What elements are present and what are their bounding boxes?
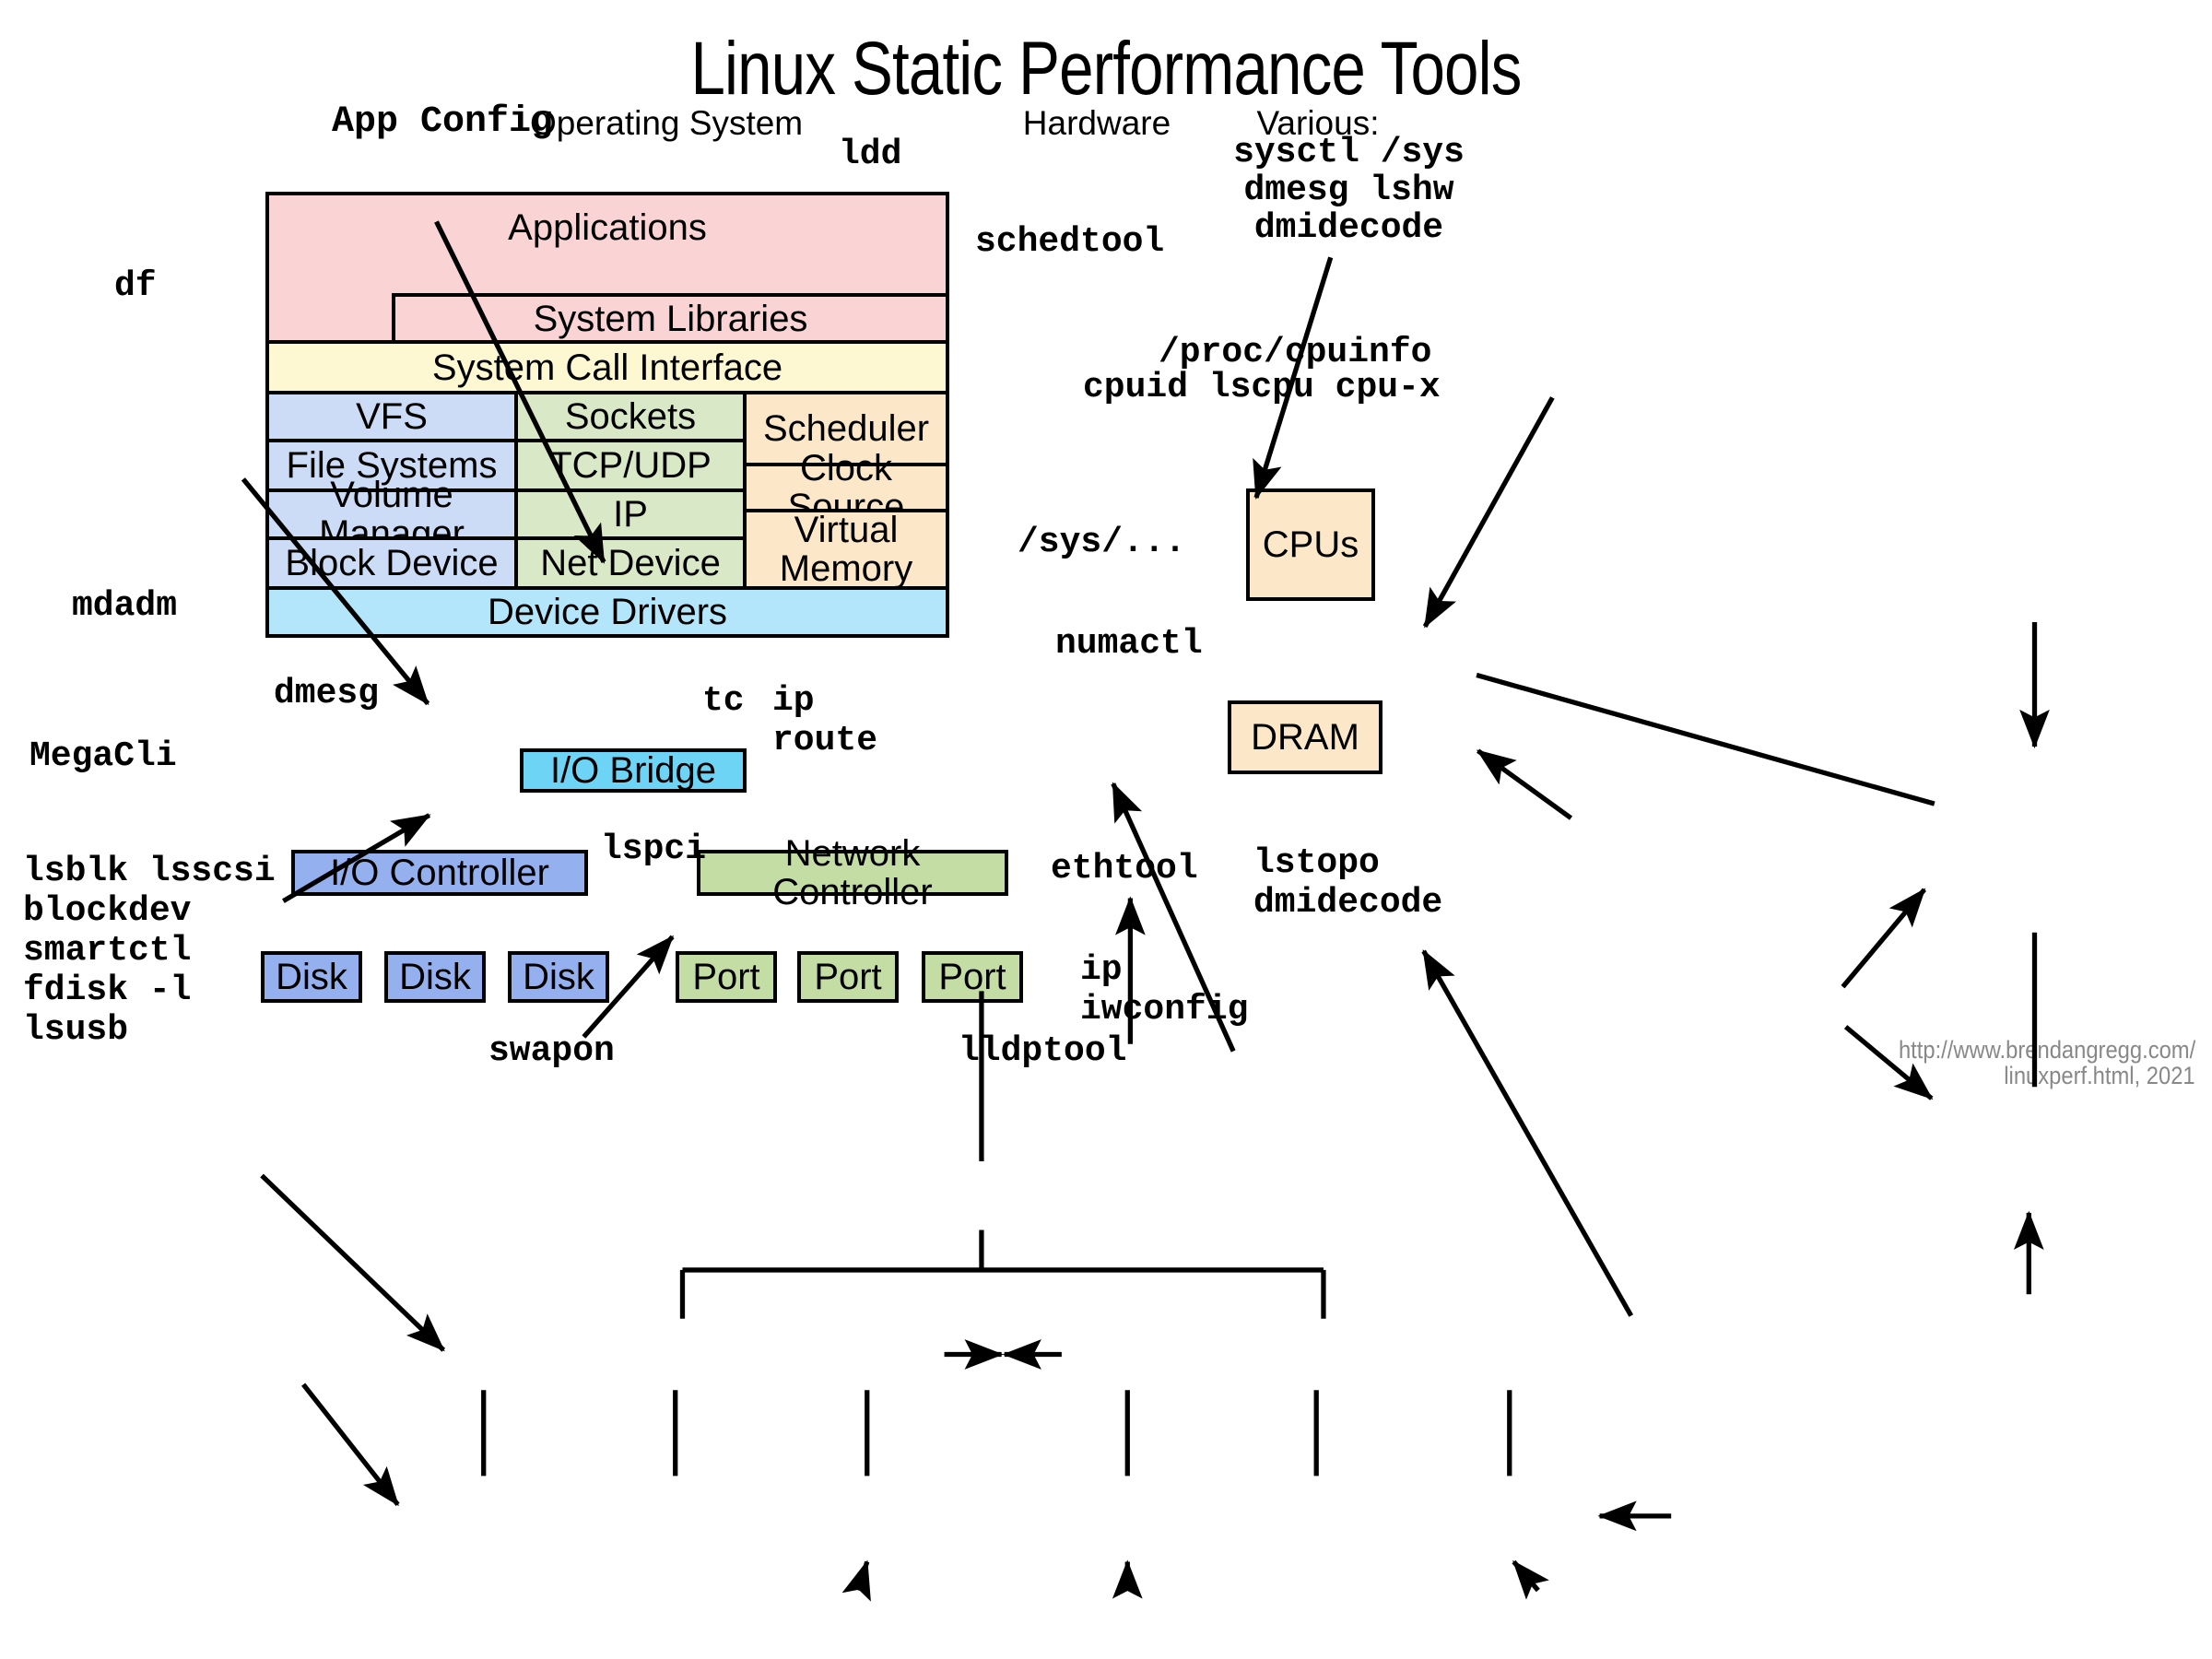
various-tools-line-3: dmidecode [1253,208,1444,248]
tool-label-ldd: ldd [839,135,902,174]
tool-label-schedtool: schedtool [975,222,1165,262]
block-block-device: Block Device [265,540,518,590]
page-title: Linux Static Performance Tools [690,27,1522,111]
tool-label-ip-route: ip route [772,681,878,760]
tool-label-ip-iwconfig: ip iwconfig [1080,950,1249,1030]
block-sockets: Sockets [518,394,747,442]
block-disk-1: Disk [261,951,362,1003]
block-clock-source: Clock Source [747,449,949,526]
tool-label-sys-dots: /sys/... [1018,523,1186,562]
tool-label-cpuid-lscpu: cpuid lscpu cpu-x [1083,368,1441,407]
block-disk-3: Disk [508,951,609,1003]
tool-label-tc: tc [702,681,745,721]
block-virtual-memory: Virtual Memory [747,511,949,590]
tool-label-df: df [114,266,157,306]
block-port-3: Port [922,951,1023,1003]
tool-label-ethtool: ethtool [1051,849,1198,888]
tool-label-mdadm: mdadm [72,586,178,626]
diagram-canvas: Linux Static Performance Tools App Confi… [0,0,2212,1659]
footer-url: http://www.brendangregg.com/ [1898,1036,2195,1064]
tool-label-swapon: swapon [488,1031,615,1071]
block-system-libraries: System Libraries [392,293,949,344]
block-dram: DRAM [1228,700,1382,774]
block-net-device: Net Device [518,540,747,590]
tool-label-lldptool: lldptool [959,1031,1127,1071]
block-vfs: VFS [265,394,518,442]
block-io-bridge: I/O Bridge [520,748,747,793]
various-tools-line-1: sysctl /sys [1233,133,1465,172]
tool-label-megacli: MegaCli [29,736,177,776]
block-port-2: Port [797,951,899,1003]
tool-label-dmesg: dmesg [274,674,380,713]
block-device-drivers: Device Drivers [265,590,949,638]
block-ip: IP [518,492,747,540]
footer-source: linuxperf.html, 2021 [2004,1062,2195,1089]
tool-label-disk-tools: lsblk lsscsi blockdev smartctl fdisk -l … [23,852,276,1050]
block-cpus: CPUs [1246,488,1375,601]
block-system-call-interface: System Call Interface [265,344,949,394]
tool-label-numactl: numactl [1055,624,1203,664]
header-hardware: Hardware [1022,104,1171,142]
block-io-controller: I/O Controller [291,850,588,896]
tool-label-lspci: lspci [601,830,707,869]
block-tcp-udp: TCP/UDP [518,442,747,492]
header-operating-system: Operating System [530,104,804,142]
block-volume-manager: Volume Manager [265,476,518,553]
block-disk-2: Disk [384,951,486,1003]
tool-label-lstopo-dmidecode: lstopo dmidecode [1253,843,1443,923]
block-port-1: Port [676,951,777,1003]
various-tools-line-2: dmesg lshw [1243,171,1454,210]
block-network-controller: Network Controller [697,834,1008,912]
